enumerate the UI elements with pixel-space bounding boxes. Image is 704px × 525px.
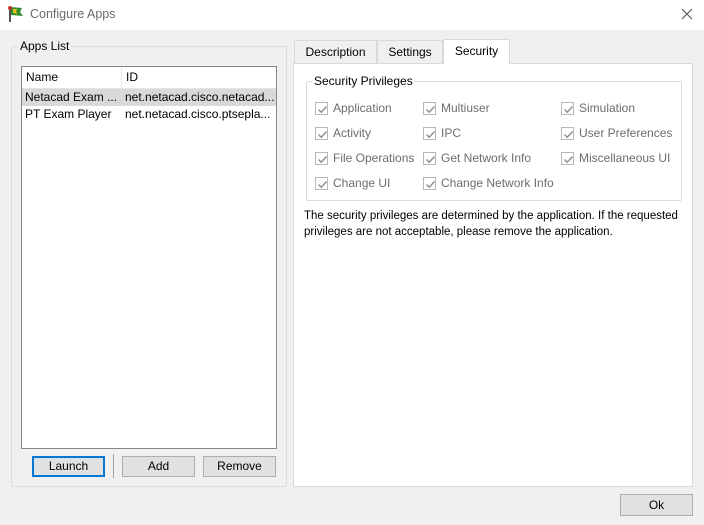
checkmark-icon — [315, 127, 328, 140]
checkmark-icon — [561, 127, 574, 140]
row-id-cell: net.netacad.cisco.netacad.... — [125, 90, 274, 104]
checkbox-label: IPC — [441, 126, 462, 140]
checkbox-label: Get Network Info — [441, 151, 532, 165]
security-note: The security privileges are determined b… — [304, 210, 678, 238]
checkmark-icon — [315, 152, 328, 165]
column-header-id[interactable]: ID — [122, 67, 276, 89]
table-row[interactable]: Netacad Exam ... net.netacad.cisco.netac… — [22, 89, 276, 106]
checkmark-icon — [561, 152, 574, 165]
apps-list-group: Apps List Name ID Netacad Exam ... net.n… — [11, 39, 287, 487]
checkbox-label: File Operations — [333, 151, 415, 165]
checkmark-icon — [423, 127, 436, 140]
close-icon[interactable] — [676, 4, 698, 24]
checkmark-icon — [423, 177, 436, 190]
add-button[interactable]: Add — [122, 456, 195, 477]
button-separator — [113, 454, 114, 478]
window-title: Configure Apps — [30, 7, 116, 21]
apps-list-legend: Apps List — [18, 39, 72, 53]
checkmark-icon — [315, 102, 328, 115]
remove-button[interactable]: Remove — [203, 456, 276, 477]
checkmark-icon — [315, 177, 328, 190]
checkbox-label: Change UI — [333, 176, 391, 190]
row-id-cell: net.netacad.cisco.ptsepla... — [125, 107, 271, 121]
checkbox-label: Change Network Info — [441, 176, 554, 190]
checkmark-icon — [423, 102, 436, 115]
checkmark-icon — [561, 102, 574, 115]
tab-security[interactable]: Security — [443, 39, 510, 64]
checkbox-label: Application — [333, 101, 392, 115]
launch-button[interactable]: Launch — [32, 456, 105, 477]
checkbox-label: Multiuser — [441, 101, 490, 115]
table-row[interactable]: PT Exam Player net.netacad.cisco.ptsepla… — [22, 106, 276, 123]
checkbox-label: Activity — [333, 126, 372, 140]
checkmark-icon — [423, 152, 436, 165]
security-privileges-legend: Security Privileges — [312, 74, 415, 88]
title-bar: Configure Apps — [0, 0, 704, 30]
column-header-name[interactable]: Name — [22, 67, 122, 89]
apps-listview[interactable]: Name ID Netacad Exam ... net.netacad.cis… — [21, 66, 277, 449]
security-privileges-group: Security Privileges Application Multiuse… — [306, 74, 682, 201]
ok-button[interactable]: Ok — [620, 494, 693, 516]
row-name-cell: PT Exam Player — [25, 107, 112, 121]
checkbox-label: Simulation — [579, 101, 636, 115]
app-logo-icon — [7, 5, 25, 23]
tab-description[interactable]: Description — [294, 40, 377, 63]
listview-header: Name ID — [22, 67, 276, 89]
tab-settings[interactable]: Settings — [377, 40, 443, 63]
row-name-cell: Netacad Exam ... — [25, 90, 118, 104]
security-tab-panel: Security Privileges Application Multiuse… — [293, 63, 693, 487]
checkbox-label: User Preferences — [579, 126, 673, 140]
checkbox-label: Miscellaneous UI — [579, 151, 671, 165]
